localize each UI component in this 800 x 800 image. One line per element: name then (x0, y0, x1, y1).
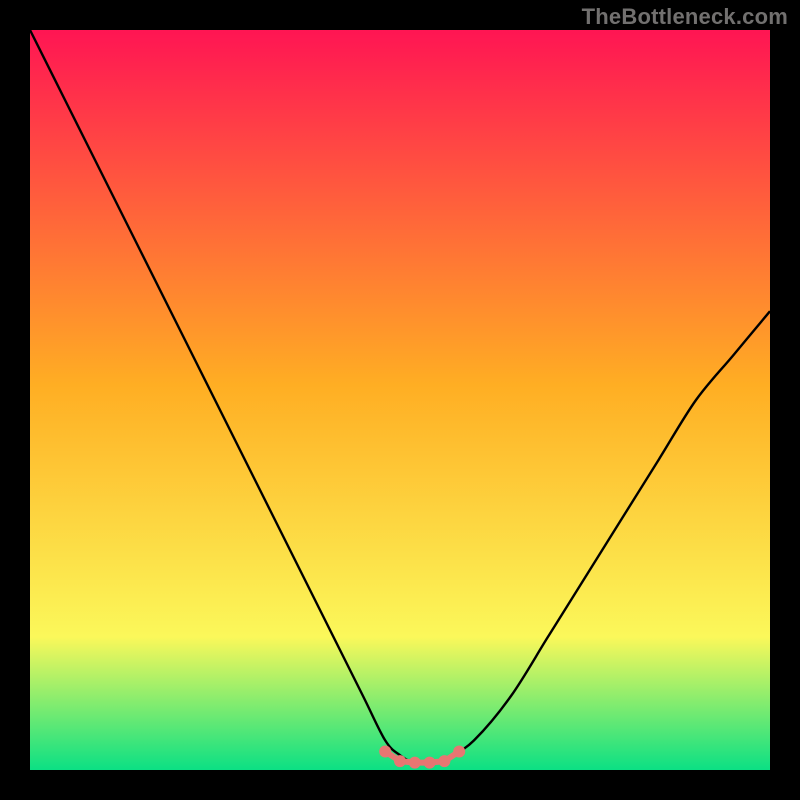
marker-dot (453, 746, 465, 758)
marker-dot (379, 746, 391, 758)
plot-area (30, 30, 770, 770)
attribution-text: TheBottleneck.com (582, 4, 788, 30)
bottleneck-chart (30, 30, 770, 770)
chart-frame: TheBottleneck.com (0, 0, 800, 800)
marker-dot (394, 755, 406, 767)
marker-dot (424, 757, 436, 769)
marker-dot (409, 757, 421, 769)
gradient-background (30, 30, 770, 770)
marker-dot (438, 755, 450, 767)
